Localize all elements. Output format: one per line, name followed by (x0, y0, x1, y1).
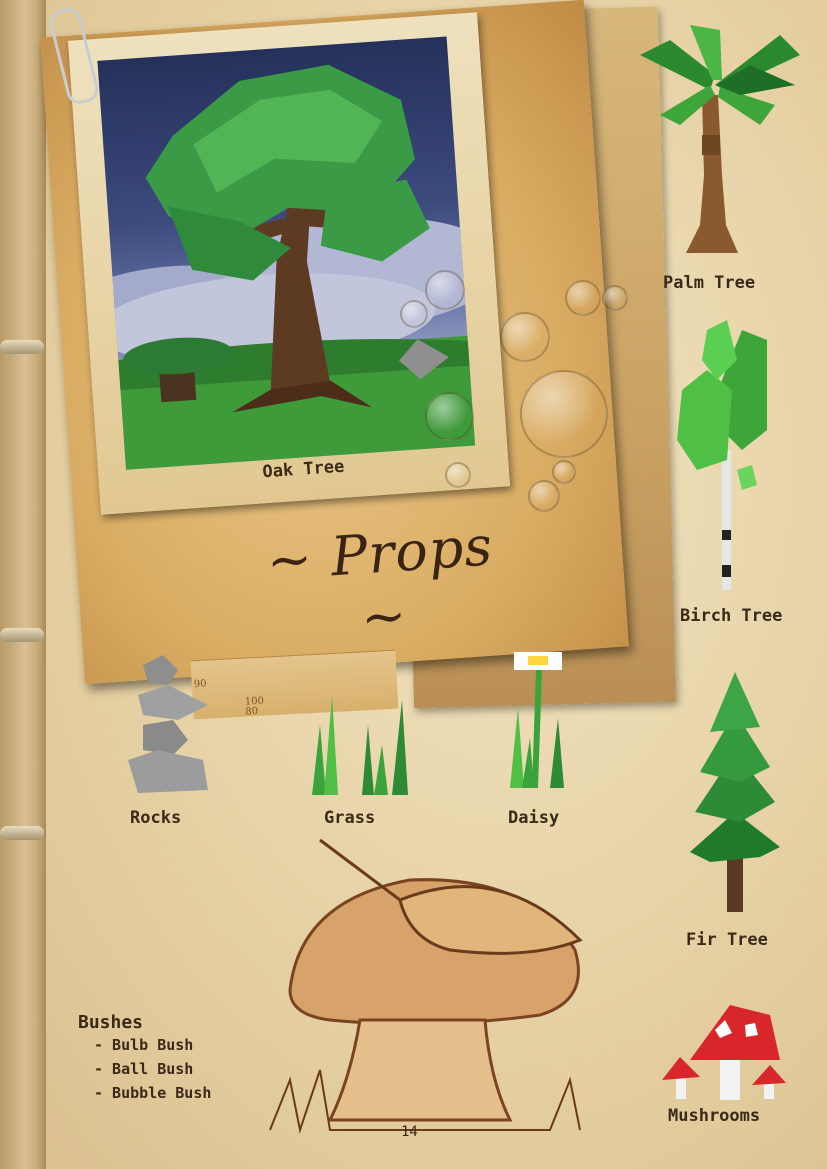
birch-tree-label: Birch Tree (680, 606, 783, 626)
oak-tree-image (97, 36, 476, 470)
bushes-title: Bushes (78, 1012, 144, 1033)
binding-ring (0, 826, 44, 840)
water-drop (520, 370, 608, 458)
fir-tree-icon (690, 672, 780, 912)
water-drop (500, 312, 550, 362)
palm-tree-label: Palm Tree (663, 273, 756, 293)
water-drop (528, 480, 560, 512)
mushroom-sketch-icon (269, 838, 583, 1134)
bushes-list: Bushes - Bulb Bush - Ball Bush - Bubble … (78, 1012, 211, 1105)
page-number: 14 (401, 1124, 418, 1140)
daisy-label: Daisy (508, 808, 560, 828)
grass-icon (312, 695, 408, 795)
water-drop (425, 392, 474, 441)
grass-label: Grass (324, 808, 376, 828)
mushrooms-icon (662, 1005, 786, 1100)
bush-item: - Ball Bush (94, 1060, 194, 1078)
binding-ring (0, 628, 44, 642)
bush-item: - Bubble Bush (94, 1084, 212, 1102)
notebook-binding (0, 0, 46, 1169)
oak-tree-illustration (97, 64, 476, 470)
water-drop (425, 270, 465, 310)
daisy-icon (510, 652, 564, 788)
water-drop (445, 462, 471, 488)
water-drop (565, 280, 601, 316)
birch-tree-icon (677, 320, 767, 590)
notebook-page: 90 100 80 Oak Tree ~ Props ~ Palm Tree B… (0, 0, 827, 1169)
ruler-mark: 80 (245, 705, 259, 718)
binding-ring (0, 340, 44, 354)
rocks-icon (128, 655, 208, 793)
water-drop (602, 285, 628, 311)
rocks-label: Rocks (130, 808, 182, 828)
bush-item: - Bulb Bush (94, 1036, 194, 1054)
mushrooms-label: Mushrooms (668, 1106, 761, 1126)
water-drop (552, 460, 576, 484)
palm-tree-icon (640, 25, 800, 253)
fir-tree-label: Fir Tree (686, 930, 768, 950)
water-drop (400, 300, 428, 328)
page-title: ~ Props ~ (264, 514, 495, 650)
